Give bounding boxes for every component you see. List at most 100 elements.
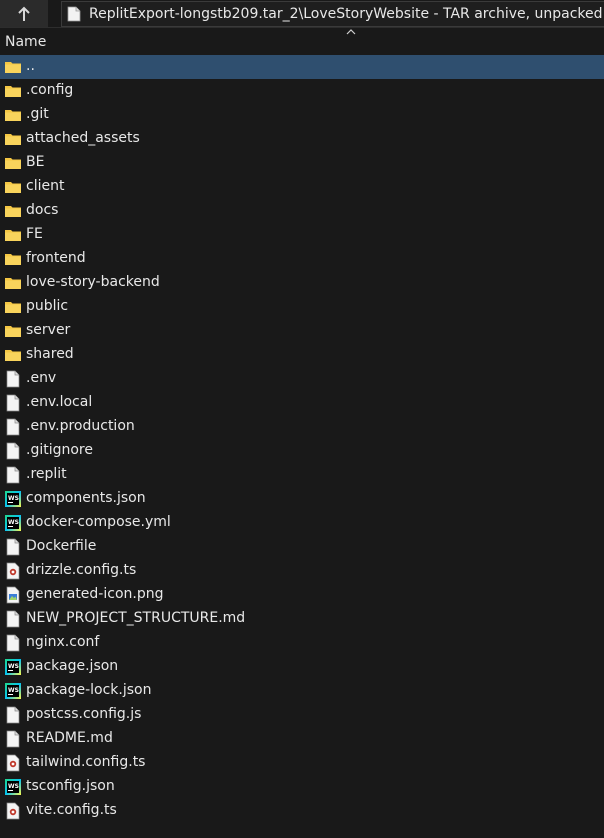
folder-icon: [4, 250, 22, 268]
folder-icon: [4, 154, 22, 172]
file-name: README.md: [26, 730, 113, 746]
file-list: .. .config .git attached_assets BE client docs…: [0, 55, 604, 823]
file-name: FE: [26, 226, 43, 242]
file-name: attached_assets: [26, 130, 140, 146]
file-row[interactable]: postcss.config.js: [0, 703, 604, 727]
file-name: love-story-backend: [26, 274, 160, 290]
file-row[interactable]: FE: [0, 223, 604, 247]
file-name: .env.production: [26, 418, 135, 434]
file-icon: [4, 634, 22, 652]
file-row[interactable]: docs: [0, 199, 604, 223]
file-row[interactable]: .config: [0, 79, 604, 103]
file-row[interactable]: WS package.json: [0, 655, 604, 679]
image-file-icon: [4, 586, 22, 604]
folder-icon: [4, 274, 22, 292]
file-row[interactable]: drizzle.config.ts: [0, 559, 604, 583]
file-name: package-lock.json: [26, 682, 152, 698]
folder-icon: [4, 226, 22, 244]
file-name: nginx.conf: [26, 634, 100, 650]
file-row[interactable]: vite.config.ts: [0, 799, 604, 823]
file-row[interactable]: BE: [0, 151, 604, 175]
name-column-header[interactable]: Name: [5, 34, 46, 50]
file-name: docker-compose.yml: [26, 514, 171, 530]
sort-ascending-icon: [346, 29, 356, 35]
up-button[interactable]: [0, 0, 48, 27]
file-row[interactable]: tailwind.config.ts: [0, 751, 604, 775]
file-name: frontend: [26, 250, 86, 266]
file-row[interactable]: server: [0, 319, 604, 343]
svg-text:WS: WS: [8, 783, 19, 790]
file-name: shared: [26, 346, 74, 362]
folder-icon: [4, 346, 22, 364]
file-name: BE: [26, 154, 45, 170]
webstorm-file-icon: WS: [4, 490, 22, 508]
file-row[interactable]: WS components.json: [0, 487, 604, 511]
file-name: vite.config.ts: [26, 802, 117, 818]
file-row[interactable]: WS tsconfig.json: [0, 775, 604, 799]
file-row[interactable]: Dockerfile: [0, 535, 604, 559]
typescript-config-icon: [4, 562, 22, 580]
file-name: tsconfig.json: [26, 778, 115, 794]
folder-icon: [4, 82, 22, 100]
folder-icon: [4, 130, 22, 148]
file-icon: [4, 706, 22, 724]
folder-icon: [4, 58, 22, 76]
file-row[interactable]: .replit: [0, 463, 604, 487]
file-icon: [4, 394, 22, 412]
file-row[interactable]: WS docker-compose.yml: [0, 511, 604, 535]
file-name: .env: [26, 370, 57, 386]
svg-text:WS: WS: [8, 663, 19, 670]
file-name: generated-icon.png: [26, 586, 164, 602]
folder-icon: [4, 298, 22, 316]
address-bar: ReplitExport-longstb209.tar_2\LoveStoryW…: [0, 0, 604, 28]
path-text: ReplitExport-longstb209.tar_2\LoveStoryW…: [89, 6, 604, 22]
file-name: .config: [26, 82, 74, 98]
file-name: .git: [26, 106, 49, 122]
file-name: package.json: [26, 658, 119, 674]
file-row[interactable]: .gitignore: [0, 439, 604, 463]
file-row[interactable]: attached_assets: [0, 127, 604, 151]
file-row[interactable]: .env.production: [0, 415, 604, 439]
folder-icon: [4, 178, 22, 196]
file-name: ..: [26, 58, 35, 74]
file-name: client: [26, 178, 65, 194]
file-row[interactable]: .env.local: [0, 391, 604, 415]
file-name: Dockerfile: [26, 538, 97, 554]
file-row[interactable]: .git: [0, 103, 604, 127]
file-name: components.json: [26, 490, 146, 506]
file-row[interactable]: ..: [0, 55, 604, 79]
file-icon: [4, 730, 22, 748]
file-row[interactable]: frontend: [0, 247, 604, 271]
file-row[interactable]: NEW_PROJECT_STRUCTURE.md: [0, 607, 604, 631]
file-name: .replit: [26, 466, 67, 482]
webstorm-file-icon: WS: [4, 514, 22, 532]
file-row[interactable]: public: [0, 295, 604, 319]
folder-icon: [4, 322, 22, 340]
file-row[interactable]: .env: [0, 367, 604, 391]
file-row[interactable]: README.md: [0, 727, 604, 751]
file-name: tailwind.config.ts: [26, 754, 146, 770]
file-icon: [4, 466, 22, 484]
file-row[interactable]: love-story-backend: [0, 271, 604, 295]
file-icon: [4, 610, 22, 628]
file-icon: [4, 418, 22, 436]
file-name: postcss.config.js: [26, 706, 142, 722]
file-name: .env.local: [26, 394, 93, 410]
file-icon: [4, 370, 22, 388]
file-name: drizzle.config.ts: [26, 562, 137, 578]
typescript-config-icon: [4, 754, 22, 772]
svg-text:WS: WS: [8, 495, 19, 502]
path-field[interactable]: ReplitExport-longstb209.tar_2\LoveStoryW…: [61, 1, 604, 27]
webstorm-file-icon: WS: [4, 778, 22, 796]
file-icon: [4, 538, 22, 556]
file-row[interactable]: nginx.conf: [0, 631, 604, 655]
file-row[interactable]: client: [0, 175, 604, 199]
file-row[interactable]: WS package-lock.json: [0, 679, 604, 703]
file-name: server: [26, 322, 71, 338]
file-row[interactable]: generated-icon.png: [0, 583, 604, 607]
file-row[interactable]: shared: [0, 343, 604, 367]
archive-file-icon: [67, 6, 81, 22]
webstorm-file-icon: WS: [4, 658, 22, 676]
up-arrow-icon: [18, 6, 30, 21]
typescript-config-icon: [4, 802, 22, 820]
